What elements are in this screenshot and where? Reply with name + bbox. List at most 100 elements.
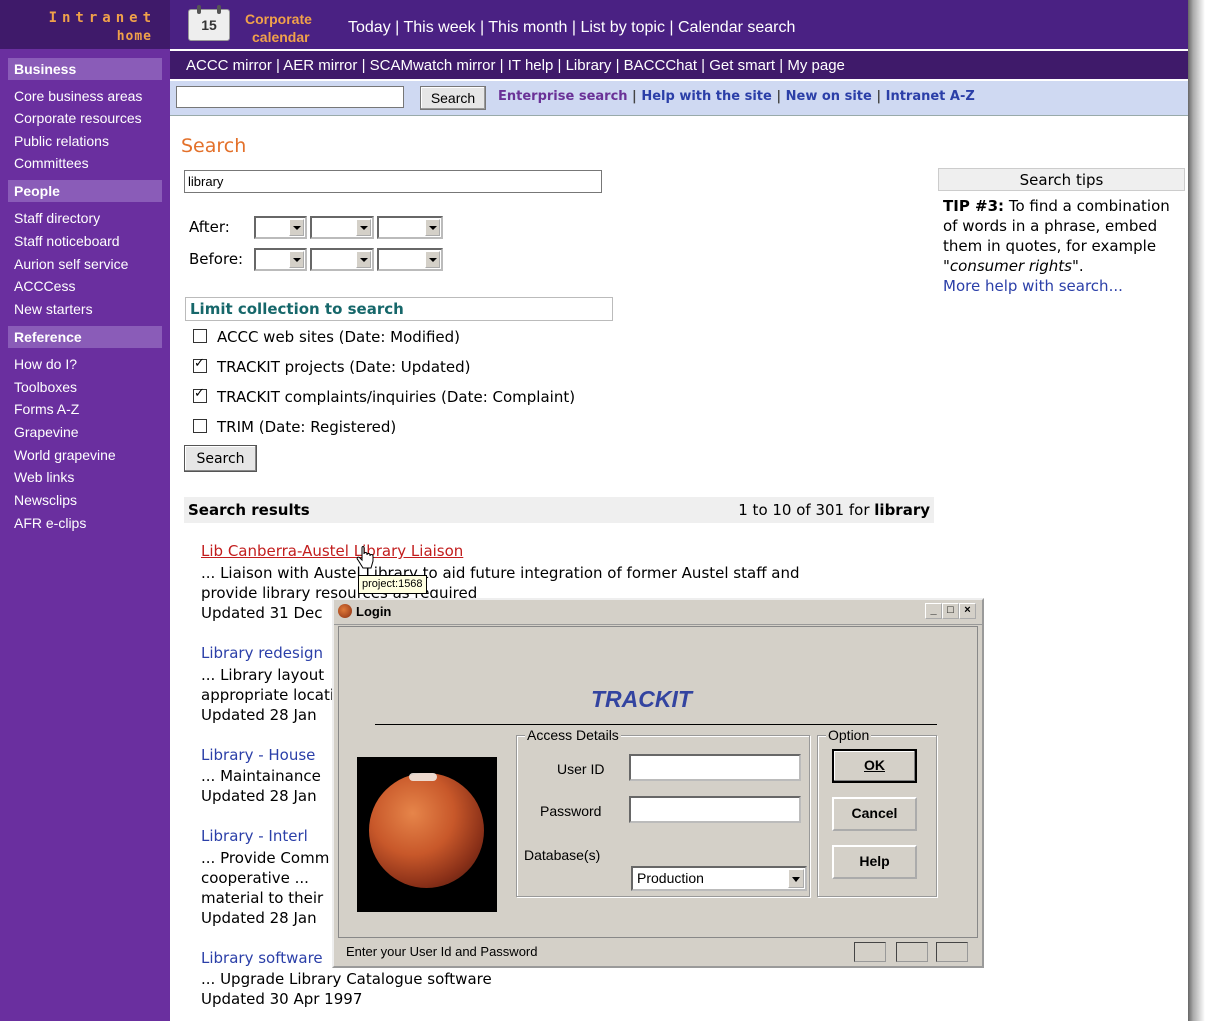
sidebar-item-staff-noticeboard[interactable]: Staff noticeboard (14, 233, 120, 249)
tip-example: "consumer rights" (943, 257, 1079, 275)
sidebar-item-acccess[interactable]: ACCCess (14, 278, 75, 294)
cal-link-this-week[interactable]: This week (403, 19, 475, 36)
calendar-bar: 15 Corporate calendar Today | This week … (170, 0, 1188, 49)
sidebar-item-corporate-resources[interactable]: Corporate resources (14, 110, 142, 126)
logo-line1: Intranet (48, 10, 156, 26)
chevron-down-icon (425, 219, 440, 236)
before-month-select[interactable] (310, 248, 374, 271)
result-snippet: cooperative ... (201, 869, 309, 887)
sidebar-item-aurion-self-service[interactable]: Aurion self service (14, 256, 128, 272)
link-it-help[interactable]: IT help (508, 57, 554, 74)
cal-link-today[interactable]: Today (348, 19, 391, 36)
search-button[interactable]: Search (184, 445, 257, 472)
before-label: Before: (189, 250, 244, 268)
link-scamwatch-mirror[interactable]: SCAMwatch mirror (370, 57, 496, 74)
sidebar-item-afr-e-clips[interactable]: AFR e-clips (14, 515, 86, 531)
link-library[interactable]: Library (566, 57, 612, 74)
result-link[interactable]: Library redesign (201, 644, 323, 662)
result-updated: Updated 28 Jan (201, 787, 317, 805)
link-accc-mirror[interactable]: ACCC mirror (186, 57, 272, 74)
cancel-button[interactable]: Cancel (832, 797, 917, 831)
result-link[interactable]: Lib Canberra-Austel Library Liaison (201, 542, 463, 560)
option-legend: Option (826, 727, 872, 743)
link-my-page[interactable]: My page (787, 57, 845, 74)
link-get-smart[interactable]: Get smart (709, 57, 775, 74)
sidebar-item-staff-directory[interactable]: Staff directory (14, 210, 100, 226)
dialog-titlebar[interactable]: Login _ □ × (334, 600, 982, 625)
more-help-link[interactable]: More help with search... (943, 277, 1123, 295)
calendar-icon-day: 15 (201, 17, 217, 33)
login-dialog: Login _ □ × TRACKIT Access Details User … (332, 598, 984, 968)
cal-link-this-month[interactable]: This month (488, 19, 567, 36)
site-search-links: Enterprise search | Help with the site |… (498, 89, 975, 104)
result-snippet: ... Liaison with Austel Library to aid f… (201, 564, 800, 582)
results-count-prefix: 1 to 10 of 301 for (738, 501, 870, 519)
result-updated: Updated 30 Apr 1997 (201, 990, 363, 1008)
calendar-title-line2[interactable]: calendar (252, 29, 310, 45)
search-query-input[interactable] (184, 170, 602, 193)
result-link[interactable]: Library - Interl (201, 827, 308, 845)
collection-row-accc-web[interactable]: ACCC web sites (Date: Modified) (193, 328, 460, 346)
sidebar-item-public-relations[interactable]: Public relations (14, 133, 109, 149)
calendar-icon[interactable]: 15 (188, 5, 230, 41)
calendar-nav: Today | This week | This month | List by… (348, 19, 796, 36)
result-link[interactable]: Library - House (201, 746, 315, 764)
collection-row-trackit-projects[interactable]: TRACKIT projects (Date: Updated) (193, 356, 471, 376)
result-updated: Updated 31 Dec (201, 604, 323, 622)
tip-end: . (1078, 257, 1084, 275)
site-search-button[interactable]: Search (420, 86, 486, 110)
user-id-field[interactable] (629, 754, 801, 781)
after-day-select[interactable] (254, 216, 307, 239)
database-select[interactable]: Production (631, 866, 807, 891)
sidebar-item-world-grapevine[interactable]: World grapevine (14, 447, 116, 463)
collection-row-trim[interactable]: TRIM (Date: Registered) (193, 418, 396, 436)
sidebar-item-toolboxes[interactable]: Toolboxes (14, 379, 77, 395)
checkbox-accc-web[interactable] (193, 329, 207, 343)
before-year-select[interactable] (377, 248, 443, 271)
search-tips-body: TIP #3: To find a combination of words i… (943, 196, 1183, 296)
sidebar-item-committees[interactable]: Committees (14, 155, 89, 171)
result-updated: Updated 28 Jan (201, 706, 317, 724)
help-button[interactable]: Help (832, 845, 917, 879)
checkbox-trim[interactable] (193, 419, 207, 433)
collection-row-trackit-complaints[interactable]: TRACKIT complaints/inquiries (Date: Comp… (193, 386, 576, 406)
intranet-home-logo[interactable]: Intranet home (0, 0, 170, 49)
close-button[interactable]: × (959, 603, 976, 619)
sidebar-item-forms-a-z[interactable]: Forms A-Z (14, 401, 79, 417)
sidebar-item-how-do-i[interactable]: How do I? (14, 356, 77, 372)
ok-button[interactable]: OK (832, 749, 917, 783)
collection-label: TRACKIT complaints/inquiries (Date: Comp… (217, 388, 576, 406)
result-snippet: ... Maintainance (201, 767, 321, 785)
link-new-on-site[interactable]: New on site (786, 89, 872, 104)
checkbox-trackit-complaints[interactable] (193, 386, 207, 403)
link-intranet-a-z[interactable]: Intranet A-Z (886, 89, 975, 104)
cal-link-list-by-topic[interactable]: List by topic (580, 19, 664, 36)
app-title: TRACKIT (591, 686, 692, 712)
result-link[interactable]: Library software (201, 949, 323, 967)
site-search-input[interactable] (176, 86, 404, 108)
after-month-select[interactable] (310, 216, 374, 239)
maximize-button[interactable]: □ (942, 603, 959, 619)
dialog-statusbar: Enter your User Id and Password (338, 940, 978, 964)
divider (375, 724, 937, 725)
link-aer-mirror[interactable]: AER mirror (283, 57, 357, 74)
checkbox-trackit-projects[interactable] (193, 356, 207, 373)
link-enterprise-search[interactable]: Enterprise search (498, 89, 628, 104)
before-day-select[interactable] (254, 248, 307, 271)
password-field[interactable] (629, 796, 801, 823)
minimize-button[interactable]: _ (925, 603, 942, 619)
chevron-down-icon (289, 251, 304, 268)
after-year-select[interactable] (377, 216, 443, 239)
sidebar-item-web-links[interactable]: Web links (14, 469, 74, 485)
cal-link-calendar-search[interactable]: Calendar search (678, 19, 795, 36)
access-details-legend: Access Details (525, 727, 621, 743)
sidebar-item-core-business-areas[interactable]: Core business areas (14, 88, 142, 104)
calendar-title-line1[interactable]: Corporate (245, 11, 312, 27)
link-help-with-site[interactable]: Help with the site (641, 89, 771, 104)
sidebar-item-grapevine[interactable]: Grapevine (14, 424, 79, 440)
collection-label: ACCC web sites (Date: Modified) (217, 328, 461, 346)
section-business: Business (8, 58, 162, 80)
sidebar-item-newsclips[interactable]: Newsclips (14, 492, 77, 508)
link-bacccchat[interactable]: BACCChat (624, 57, 697, 74)
sidebar-item-new-starters[interactable]: New starters (14, 301, 93, 317)
